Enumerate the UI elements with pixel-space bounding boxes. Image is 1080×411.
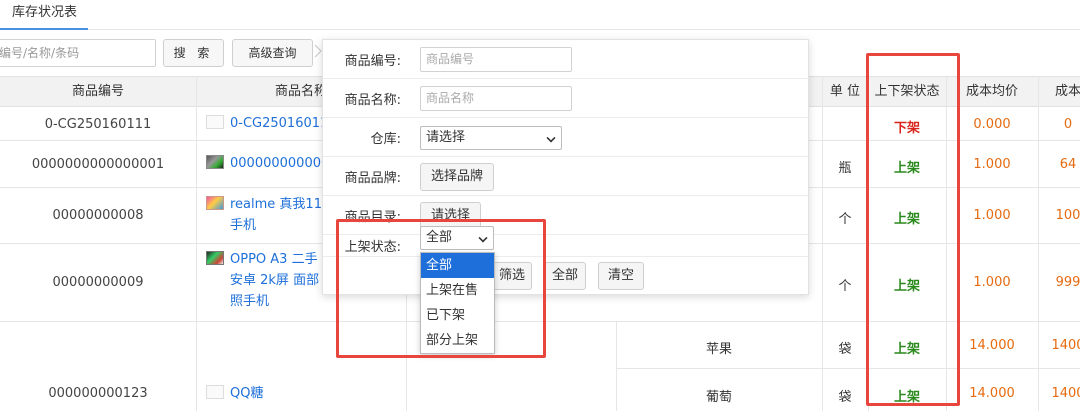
advanced-search-panel: 商品编号: 商品编号 商品名称: 商品名称 仓库: 请选择 商品品牌: 选择品牌… (322, 39, 809, 295)
name-label: 商品名称: (344, 92, 401, 108)
cell-code: 000000000123 (48, 386, 148, 401)
row-divider (616, 368, 1080, 369)
cell-status: 上架 (893, 279, 920, 294)
cell-cost: 64 (1059, 157, 1077, 172)
cell-cost: 1400 (1051, 386, 1080, 401)
cell-name[interactable]: realme 真我11p 手机 (206, 194, 330, 236)
cell-unit: 个 (838, 279, 852, 294)
status-dropdown-list: 全部 上架在售 已下架 部分上架 (420, 252, 495, 354)
cell-name[interactable]: QQ糖 (206, 383, 263, 404)
cell-spec: 葡萄 (705, 390, 732, 405)
cell-cost: 1400 (1051, 338, 1080, 353)
cell-status: 下架 (893, 121, 920, 136)
header-unit[interactable]: 单 位 (822, 77, 868, 108)
product-thumbnail (206, 115, 224, 129)
cell-avg-cost: 1.000 (973, 275, 1011, 290)
cell-unit: 袋 (838, 342, 852, 357)
cell-code: 00000000009 (52, 275, 144, 290)
select-brand-button[interactable]: 选择品牌 (420, 163, 494, 191)
status-label: 上架状态: (344, 239, 401, 255)
cell-name[interactable]: 000000000000 (206, 153, 329, 174)
cell-status: 上架 (893, 390, 920, 405)
cell-status: 上架 (893, 342, 920, 357)
cell-cost: 999 (1055, 275, 1080, 290)
cell-avg-cost: 14.000 (969, 386, 1015, 401)
product-thumbnail (206, 196, 224, 210)
cell-name[interactable]: OPPO A3 二手 安卓 2k屏 面部 照手机 (206, 249, 319, 312)
status-select[interactable]: 全部 (420, 226, 494, 250)
cell-name[interactable]: 0-CG25016011 (206, 113, 328, 134)
cell-spec: 苹果 (705, 342, 732, 357)
code-label: 商品编号: (344, 53, 401, 69)
header-code[interactable]: 商品编号 (0, 77, 196, 108)
warehouse-label: 仓库: (370, 131, 401, 147)
cell-avg-cost: 1.000 (973, 157, 1011, 172)
header-cost[interactable]: 成本 (1038, 77, 1080, 108)
cell-avg-cost: 14.000 (969, 338, 1015, 353)
cell-cost: 100 (1055, 208, 1080, 223)
chevron-down-icon (478, 233, 488, 243)
header-status[interactable]: 上下架状态 (868, 77, 946, 108)
catalog-label: 商品目录: (344, 209, 401, 225)
cell-code: 0-CG250160111 (44, 117, 152, 132)
filter-row-status: 上架状态: 全部 (323, 226, 808, 257)
status-option-all[interactable]: 全部 (421, 253, 494, 278)
cell-code: 0000000000000001 (31, 157, 165, 172)
brand-label: 商品品牌: (344, 170, 401, 186)
status-option-on-sale[interactable]: 上架在售 (421, 278, 494, 303)
filter-row-code: 商品编号: 商品编号 (323, 40, 808, 79)
product-thumbnail (206, 251, 224, 265)
filter-row-name: 商品名称: 商品名称 (323, 79, 808, 118)
cell-cost: 0 (1063, 117, 1073, 132)
cell-status: 上架 (893, 212, 920, 227)
all-button[interactable]: 全部 (544, 262, 586, 290)
warehouse-select[interactable]: 请选择 (420, 126, 562, 150)
cell-code: 00000000008 (52, 208, 144, 223)
cell-status: 上架 (893, 161, 920, 176)
chevron-down-icon (546, 133, 556, 143)
filter-row-warehouse: 仓库: 请选择 (323, 118, 808, 157)
code-field[interactable]: 商品编号 (420, 47, 572, 72)
panel-divider (323, 256, 808, 257)
status-option-off-shelf[interactable]: 已下架 (421, 303, 494, 328)
cell-unit: 个 (838, 212, 852, 227)
cell-avg-cost: 0.000 (973, 117, 1011, 132)
filter-row-brand: 商品品牌: 选择品牌 (323, 157, 808, 196)
product-thumbnail (206, 385, 224, 399)
cell-unit: 瓶 (838, 161, 852, 176)
status-option-partial[interactable]: 部分上架 (421, 328, 494, 353)
product-thumbnail (206, 155, 224, 169)
name-field[interactable]: 商品名称 (420, 86, 572, 111)
cell-unit: 袋 (838, 390, 852, 405)
filter-row-catalog: 商品目录: 请选择 (323, 196, 808, 235)
row-divider (0, 321, 1080, 322)
header-avg-cost[interactable]: 成本均价 (946, 77, 1038, 108)
clear-button[interactable]: 清空 (598, 262, 644, 290)
cell-avg-cost: 1.000 (973, 208, 1011, 223)
